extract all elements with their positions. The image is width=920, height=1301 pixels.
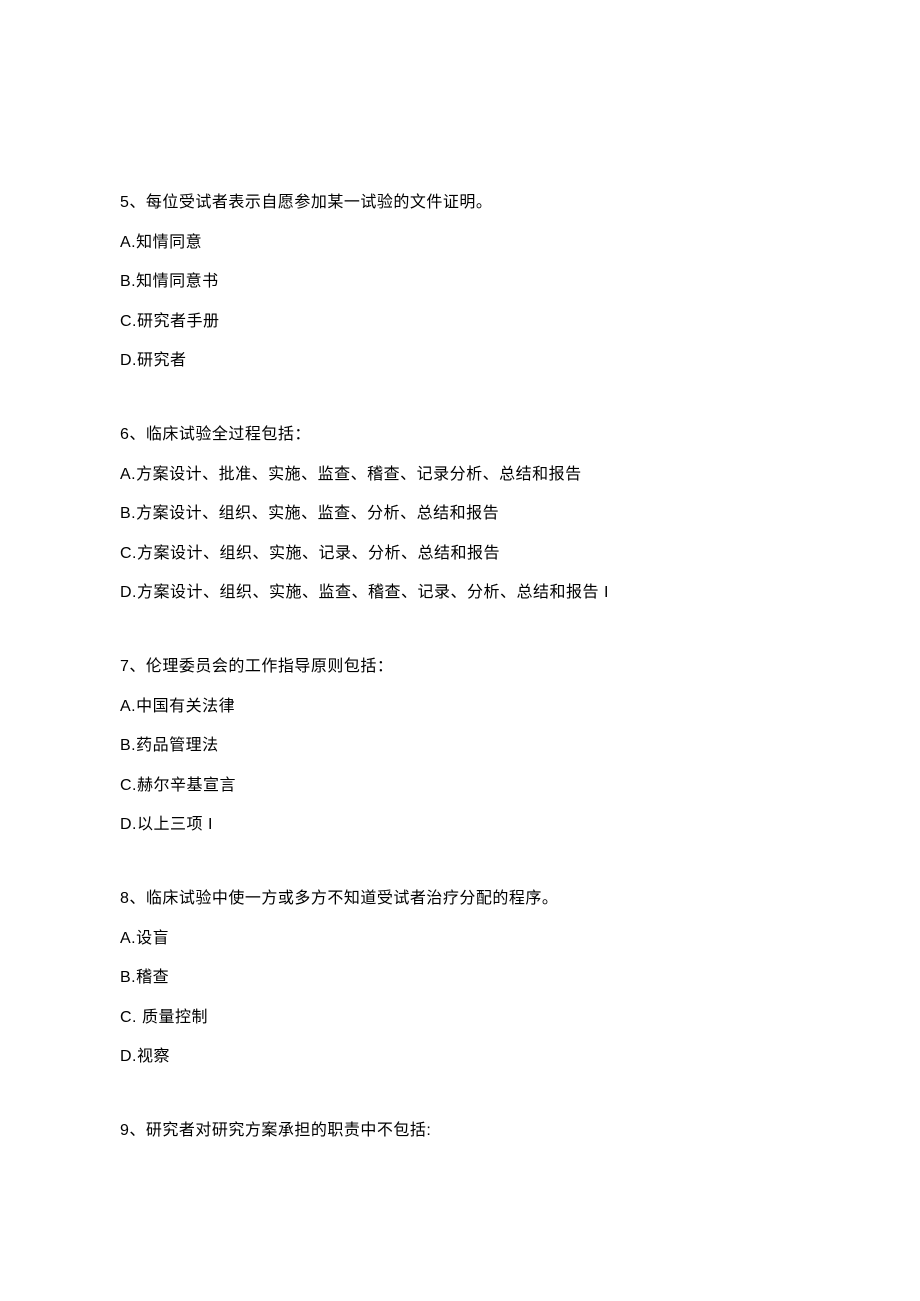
question-option: A.中国有关法律 — [120, 694, 800, 720]
question-option: D.研究者 — [120, 348, 800, 374]
question-option: B.知情同意书 — [120, 269, 800, 295]
question-option: C.研究者手册 — [120, 309, 800, 335]
question-option: C. 质量控制 — [120, 1005, 800, 1031]
question-8: 8、临床试验中使一方或多方不知道受试者治疗分配的程序。 A.设盲 B.稽查 C.… — [120, 886, 800, 1070]
question-option: D.方案设计、组织、实施、监查、稽查、记录、分析、总结和报告 I — [120, 580, 800, 606]
question-stem: 7、伦理委员会的工作指导原则包括： — [120, 654, 800, 680]
question-7: 7、伦理委员会的工作指导原则包括： A.中国有关法律 B.药品管理法 C.赫尔辛… — [120, 654, 800, 838]
question-6: 6、临床试验全过程包括： A.方案设计、批准、实施、监查、稽查、记录分析、总结和… — [120, 422, 800, 606]
question-option: B.稽查 — [120, 965, 800, 991]
question-5: 5、每位受试者表示自愿参加某一试验的文件证明。 A.知情同意 B.知情同意书 C… — [120, 190, 800, 374]
question-stem: 6、临床试验全过程包括： — [120, 422, 800, 448]
question-option: C.方案设计、组织、实施、记录、分析、总结和报告 — [120, 541, 800, 567]
question-stem: 5、每位受试者表示自愿参加某一试验的文件证明。 — [120, 190, 800, 216]
question-option: A.方案设计、批准、实施、监查、稽查、记录分析、总结和报告 — [120, 462, 800, 488]
question-option: A.知情同意 — [120, 230, 800, 256]
question-option: C.赫尔辛基宣言 — [120, 773, 800, 799]
question-option: D.视察 — [120, 1044, 800, 1070]
question-option: D.以上三项 I — [120, 812, 800, 838]
question-9: 9、研究者对研究方案承担的职责中不包括: — [120, 1118, 800, 1144]
question-stem: 8、临床试验中使一方或多方不知道受试者治疗分配的程序。 — [120, 886, 800, 912]
question-option: B.方案设计、组织、实施、监查、分析、总结和报告 — [120, 501, 800, 527]
question-stem: 9、研究者对研究方案承担的职责中不包括: — [120, 1118, 800, 1144]
question-option: A.设盲 — [120, 926, 800, 952]
question-option: B.药品管理法 — [120, 733, 800, 759]
